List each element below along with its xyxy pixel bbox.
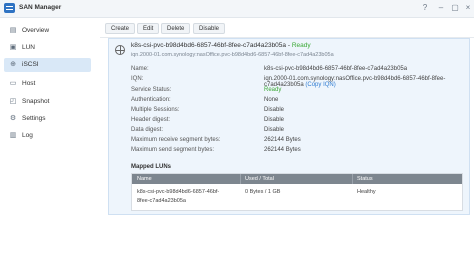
detail-label: Data digest: <box>131 127 164 133</box>
detail-row-multiple-sessions: Multiple Sessions: Disable <box>131 107 461 116</box>
detail-value: k8s-csi-pvc-b98d4bd6-6857-46bf-8fee-c7ad… <box>264 66 408 72</box>
target-status: Ready <box>291 42 311 49</box>
disable-button[interactable]: Disable <box>193 23 226 34</box>
globe-icon <box>115 45 125 55</box>
detail-label: Header digest: <box>131 117 171 123</box>
target-detail-panel[interactable]: k8s-csi-pvc-b98d4bd6-6857-46bf- 8fee-c7ad… <box>108 38 470 215</box>
sidebar-item-label: Settings <box>22 115 46 122</box>
detail-row-header-digest: Header digest: Disable <box>131 117 461 126</box>
detail-label: Authentication: <box>131 97 171 103</box>
toolbar: Create Edit Delete Disable <box>100 19 474 38</box>
sidebar-item-snapshot[interactable]: ◰ Snapshot <box>4 95 91 109</box>
target-name: k8s-csi-pvc-b98d4bd6-6857-46bf-8fee-c7ad… <box>131 42 287 49</box>
detail-value: Disable <box>264 117 285 123</box>
sidebar-item-label: Snapshot <box>22 98 50 105</box>
detail-row-iqn: IQN: iqn.2000-01.com.synology:nasOffice.… <box>131 76 461 88</box>
sidebar: ▤ Overview ▣ LUN ⊕ iSCSI ▭ Host ◰ Snapsh… <box>0 18 95 253</box>
detail-row-max-send: Maximum send segment bytes: 262144 Bytes <box>131 147 461 156</box>
detail-label: Multiple Sessions: <box>131 107 180 113</box>
table-row[interactable]: k8s-csi-pvc-b98d4bd6-6857-46bf- 8fee-c7a… <box>132 184 462 210</box>
detail-value: 262144 Bytes <box>264 147 301 153</box>
detail-value: Ready <box>264 87 282 93</box>
detail-value: 262144 Bytes <box>264 137 301 143</box>
sidebar-item-lun[interactable]: ▣ LUN <box>4 41 91 55</box>
lun-status: Healthy <box>357 189 376 195</box>
detail-value: Disable <box>264 127 285 133</box>
host-icon: ▭ <box>9 80 17 87</box>
detail-label: IQN: <box>131 76 144 82</box>
san-manager-window: SAN Manager ? – ▢ × ▤ Overview ▣ LUN ⊕ i… <box>0 0 474 253</box>
detail-row-authentication: Authentication: None <box>131 97 461 106</box>
iscsi-icon: ⊕ <box>10 61 16 68</box>
detail-label: Service Status: <box>131 87 172 93</box>
detail-value: None <box>264 97 279 103</box>
mapped-luns-title: Mapped LUNs <box>131 164 172 170</box>
san-manager-app-icon <box>4 3 15 13</box>
target-title: k8s-csi-pvc-b98d4bd6-6857-46bf-8fee-c7ad… <box>131 42 311 49</box>
sidebar-item-label: Overview <box>22 27 50 34</box>
sidebar-item-iscsi[interactable]: ⊕ iSCSI <box>4 58 91 72</box>
lun-name-line1: k8s-csi-pvc-b98d4bd6-6857-46bf- <box>137 189 220 195</box>
delete-button[interactable]: Delete <box>161 23 191 34</box>
create-button[interactable]: Create <box>105 23 136 34</box>
overview-icon: ▤ <box>9 27 17 34</box>
mapped-luns-table: Name Used / Total Status k8s-csi-pvc-b98… <box>131 173 463 211</box>
maximize-icon[interactable]: ▢ <box>450 3 460 13</box>
column-header-used-total[interactable]: Used / Total <box>245 176 274 182</box>
column-header-name[interactable]: Name <box>137 176 152 182</box>
sidebar-item-label: Log <box>22 132 33 139</box>
detail-label: Maximum receive segment bytes: <box>131 137 221 143</box>
window-title: SAN Manager <box>19 4 62 11</box>
sidebar-item-log[interactable]: ▥ Log <box>4 129 91 143</box>
target-iqn-subtitle: iqn.2000-01.com.synology:nasOffice.pvc-b… <box>131 52 334 58</box>
minimize-icon[interactable]: – <box>436 3 446 13</box>
sidebar-item-host[interactable]: ▭ Host <box>4 77 91 91</box>
lun-icon: ▣ <box>9 44 17 51</box>
snapshot-icon: ◰ <box>9 98 17 105</box>
sidebar-item-label: Host <box>22 80 36 87</box>
detail-label: Maximum send segment bytes: <box>131 147 215 153</box>
help-icon[interactable]: ? <box>420 3 430 13</box>
edit-button[interactable]: Edit <box>137 23 160 34</box>
table-header: Name Used / Total Status <box>132 174 462 184</box>
detail-label: Name: <box>131 66 149 72</box>
sidebar-item-settings[interactable]: ⚙ Settings <box>4 112 91 126</box>
detail-row-max-receive: Maximum receive segment bytes: 262144 By… <box>131 137 461 146</box>
sidebar-item-label: iSCSI <box>22 61 39 68</box>
close-icon[interactable]: × <box>463 3 473 13</box>
detail-row-name: Name: k8s-csi-pvc-b98d4bd6-6857-46bf-8fe… <box>131 66 461 75</box>
detail-value: Disable <box>264 107 285 113</box>
column-divider <box>240 174 241 184</box>
sidebar-item-overview[interactable]: ▤ Overview <box>4 24 91 38</box>
detail-row-data-digest: Data digest: Disable <box>131 127 461 136</box>
detail-row-service-status: Service Status: Ready <box>131 87 461 96</box>
column-divider <box>352 174 353 184</box>
lun-name-line2: 8fee-c7ad4a23b05a <box>137 198 186 204</box>
title-bar: SAN Manager ? – ▢ × <box>0 0 474 18</box>
gear-icon: ⚙ <box>9 115 17 122</box>
column-header-status[interactable]: Status <box>357 176 373 182</box>
lun-used-total: 0 Bytes / 1 GB <box>245 189 281 195</box>
log-icon: ▥ <box>9 132 17 139</box>
sidebar-item-label: LUN <box>22 44 36 51</box>
